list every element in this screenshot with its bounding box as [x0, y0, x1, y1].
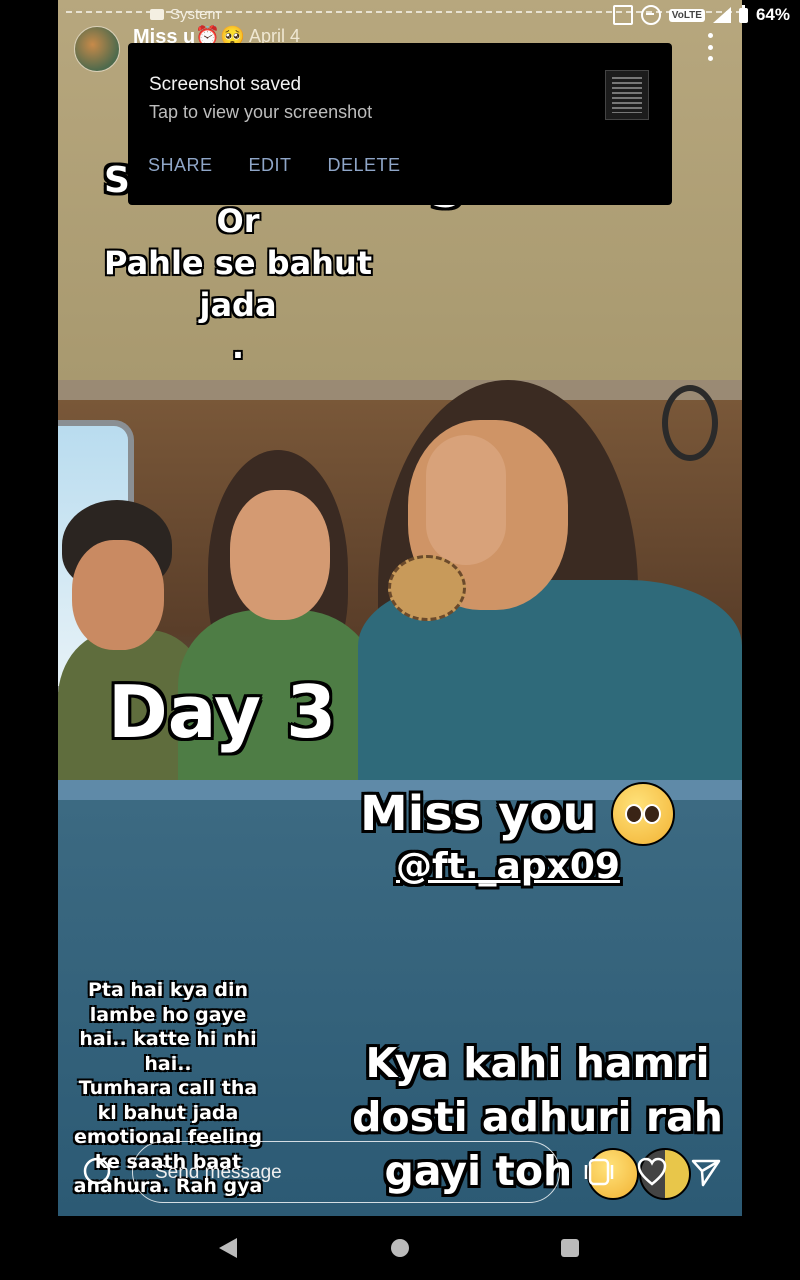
story-text-line: jada [199, 286, 277, 324]
avatar[interactable] [74, 26, 120, 72]
girl-middle-face [230, 490, 330, 620]
status-bar: System VoLTE 64% [0, 0, 800, 32]
mention-tag[interactable]: @ft._apx09 [396, 846, 620, 887]
caption-line: hai.. katte hi nhi [79, 1028, 257, 1050]
home-icon[interactable] [391, 1239, 409, 1257]
story-text-line: Or [216, 202, 260, 240]
screenshot-thumbnail[interactable] [605, 70, 649, 120]
heart-icon[interactable] [636, 1156, 668, 1188]
miss-you-sticker: Miss you [360, 782, 675, 846]
train-handle [662, 385, 718, 461]
do-not-disturb-icon [640, 5, 661, 25]
caption-line: Pta hai kya din [87, 979, 248, 1001]
story-text-top: Or Pahle se bahut jada . [58, 200, 418, 368]
caption-line: kl bahut jada [97, 1101, 239, 1124]
scrunchie [388, 555, 466, 621]
recents-icon[interactable] [561, 1239, 579, 1257]
send-message-placeholder: Send message [155, 1162, 282, 1183]
toast-actions: SHARE EDIT DELETE [148, 155, 401, 176]
miss-you-text: Miss you [360, 786, 597, 842]
share-button[interactable]: SHARE [148, 155, 213, 176]
toast-title: Screenshot saved [149, 74, 302, 95]
system-label: System [170, 6, 221, 23]
volte-badge: VoLTE [668, 8, 705, 22]
send-message-input[interactable]: Send message [132, 1141, 560, 1203]
send-icon[interactable] [690, 1156, 722, 1188]
more-vertical-icon[interactable] [700, 33, 720, 61]
boy-face [72, 540, 164, 650]
delete-button[interactable]: DELETE [328, 155, 401, 176]
thumbs-up-hand [426, 435, 506, 565]
camera-icon[interactable] [82, 1156, 112, 1186]
back-icon[interactable] [219, 1238, 237, 1258]
caption-line: Tumhara call tha [78, 1077, 258, 1099]
story-text-line: Pahle se bahut [103, 244, 373, 282]
caption-line: Kya kahi hamri [365, 1039, 710, 1087]
edit-button[interactable]: EDIT [249, 155, 292, 176]
status-icons: VoLTE 64% [612, 4, 790, 25]
vibrate-icon [612, 5, 633, 25]
story-text-partial-left: S [104, 160, 130, 201]
toast-subtitle: Tap to view your screenshot [149, 102, 373, 122]
caption-line: dosti adhuri rah [352, 1093, 723, 1141]
battery-icon [738, 4, 748, 23]
battery-percent: 64% [755, 5, 790, 24]
signal-icon [712, 7, 731, 23]
pleading-face-icon [610, 782, 675, 846]
system-notification: System [150, 6, 220, 23]
train-rail [58, 380, 742, 400]
repost-icon[interactable] [583, 1156, 615, 1188]
story-text-line: . [231, 328, 245, 366]
caption-line: hai.. [144, 1052, 192, 1075]
caption-line: lambe ho gaye [89, 1003, 247, 1026]
screenshot-toast[interactable]: Screenshot saved Tap to view your screen… [128, 43, 672, 205]
day-label: Day 3 [108, 670, 337, 754]
image-icon [150, 9, 164, 20]
